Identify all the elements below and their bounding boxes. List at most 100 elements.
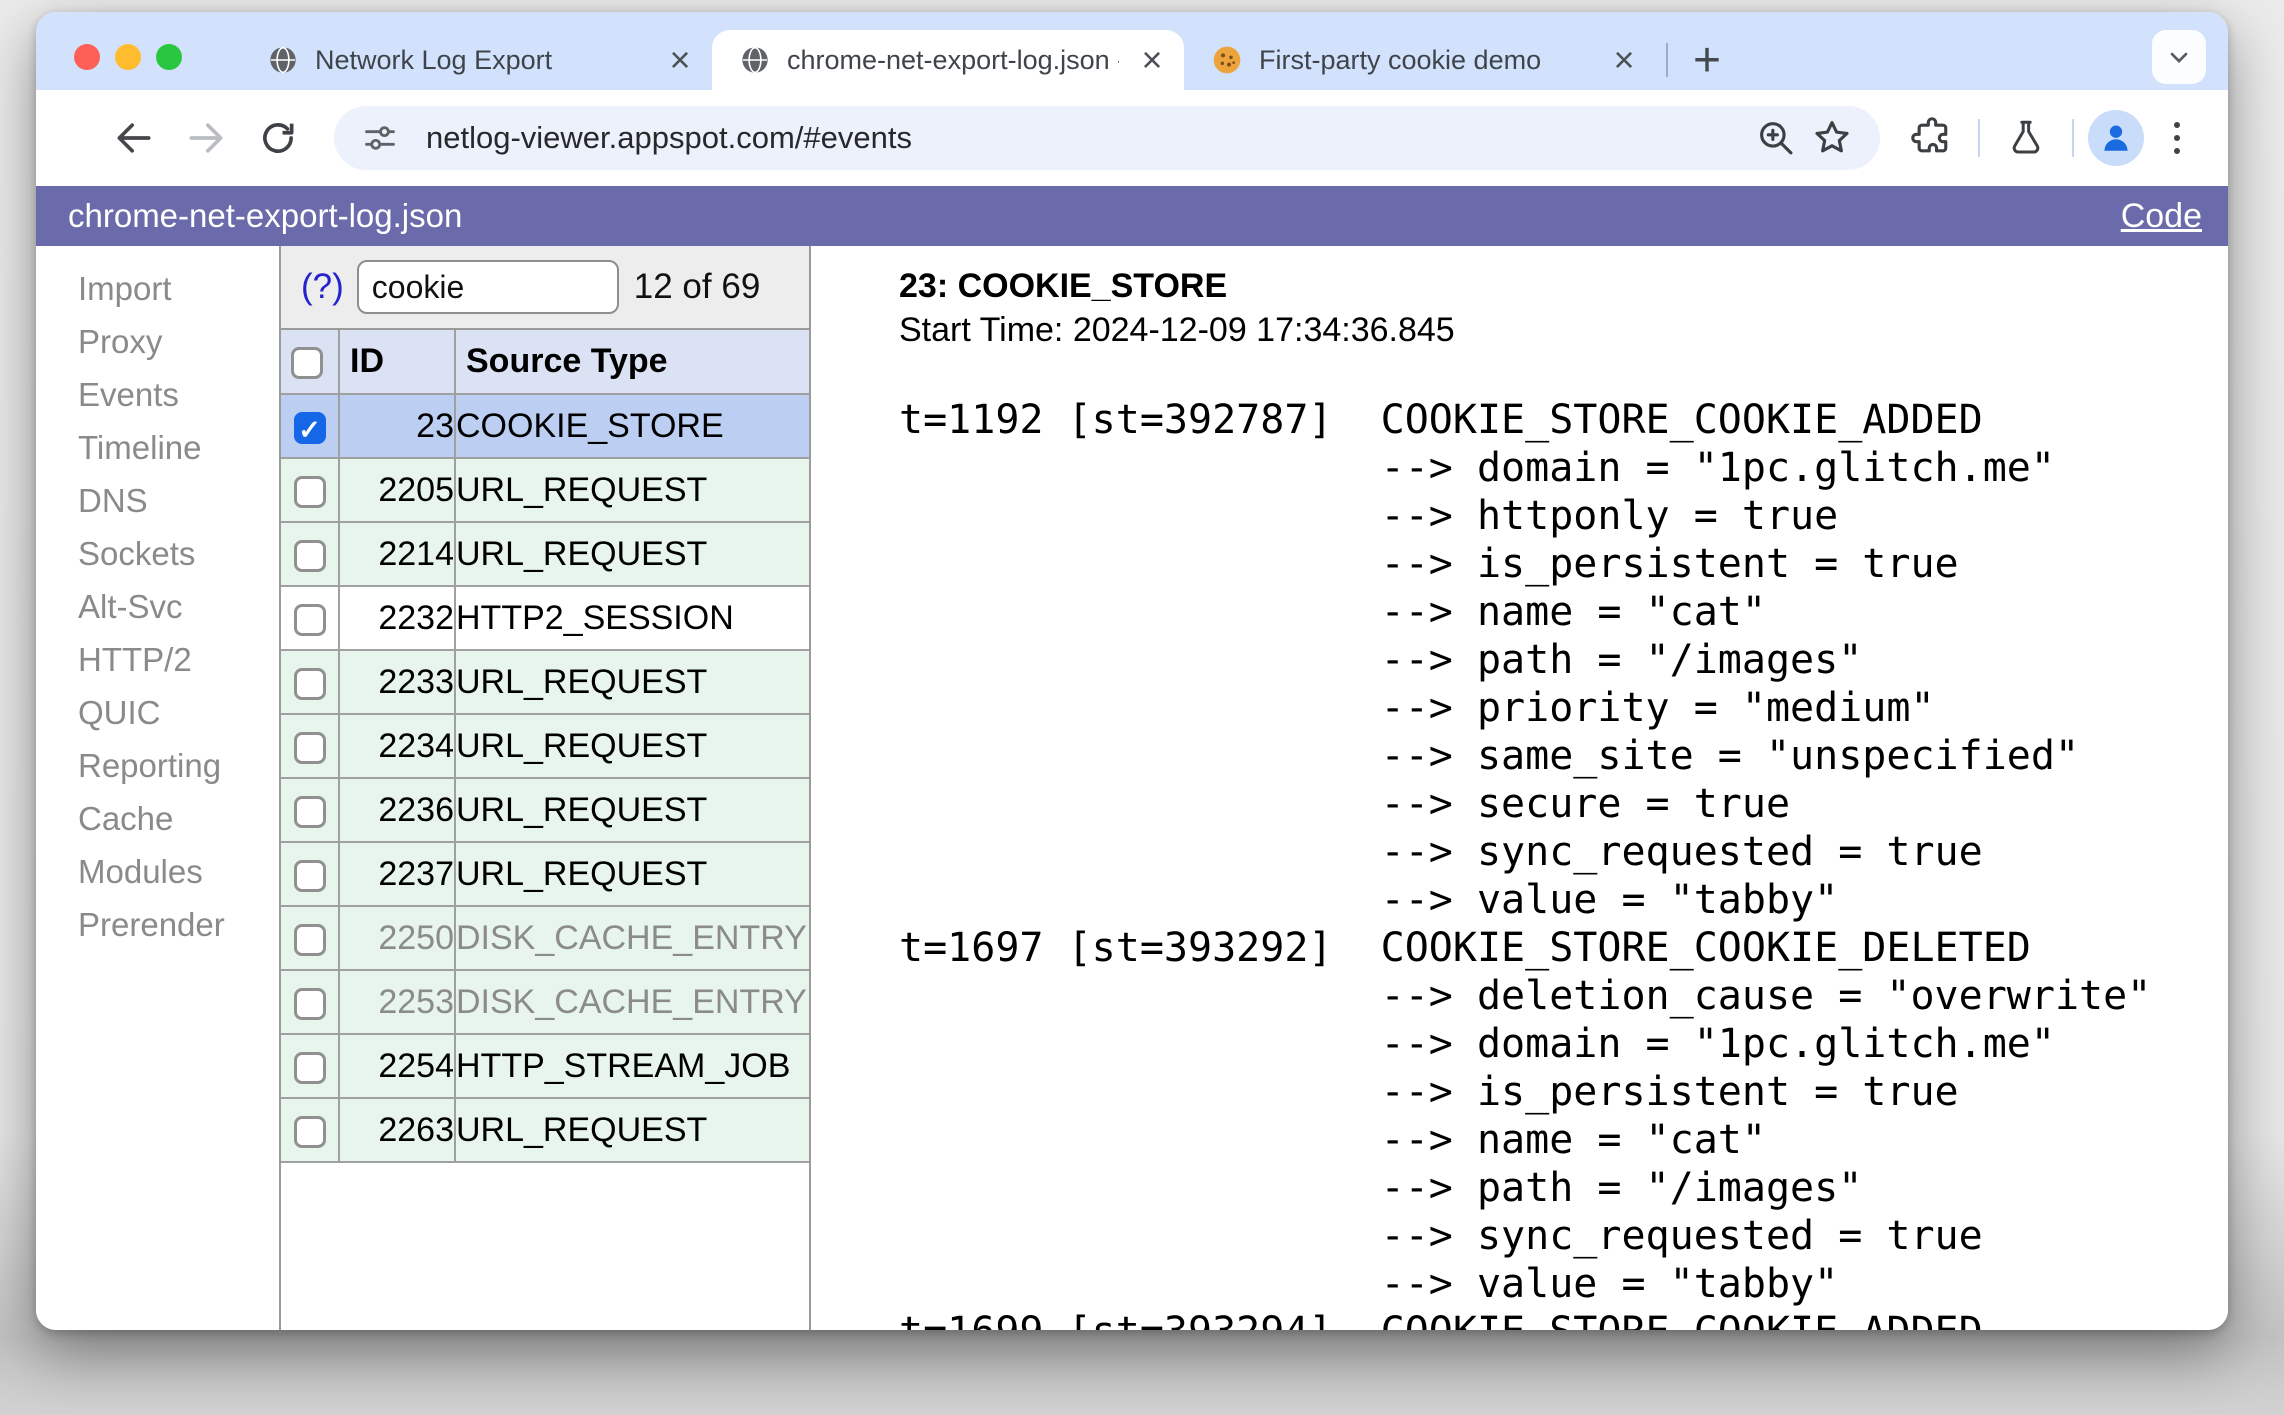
row-id: 2237 [338, 841, 456, 907]
reload-icon [263, 123, 294, 153]
row-id: 2214 [338, 521, 456, 587]
bookmark-button[interactable] [1804, 110, 1860, 166]
browser-tab[interactable]: chrome-net-export-log.json - × [712, 30, 1184, 90]
url-text[interactable]: netlog-viewer.appspot.com/#events [426, 120, 912, 156]
table-row[interactable]: 2233 URL_REQUEST [281, 649, 809, 715]
table-row[interactable]: 2232 HTTP2_SESSION [281, 585, 809, 651]
tab-list: Network Log Export × chrome-net-export-l… [240, 30, 1736, 90]
table-row[interactable]: 2205 URL_REQUEST [281, 457, 809, 523]
filter-input[interactable] [356, 260, 619, 314]
row-checkbox[interactable] [293, 603, 326, 636]
tab-close-icon[interactable]: × [1606, 42, 1642, 78]
sidebar-item-reporting[interactable]: Reporting [36, 739, 279, 792]
sidebar-item-modules[interactable]: Modules [36, 845, 279, 898]
table-header-row: ID Source Type [281, 330, 809, 395]
row-source-type: COOKIE_STORE [454, 393, 809, 459]
table-row[interactable]: 2250 DISK_CACHE_ENTRY [281, 905, 809, 971]
row-id: 2234 [338, 713, 456, 779]
reload-button[interactable] [246, 106, 310, 170]
toolbar-separator [1978, 119, 1980, 157]
filter-result-count: 12 of 69 [633, 267, 761, 306]
row-checkbox[interactable] [293, 923, 326, 956]
row-checkbox[interactable] [293, 1115, 326, 1148]
tab-search-button[interactable] [2152, 30, 2206, 84]
browser-tab[interactable]: Network Log Export × [240, 30, 712, 90]
tab-close-icon[interactable]: × [1134, 42, 1170, 78]
table-row[interactable]: 2253 DISK_CACHE_ENTRY [281, 969, 809, 1035]
table-row[interactable]: ✓ 23 COOKIE_STORE [281, 393, 809, 459]
tab-title: chrome-net-export-log.json - [787, 44, 1119, 75]
sidebar-item-timeline[interactable]: Timeline [36, 421, 279, 474]
back-arrow-icon [117, 123, 151, 153]
sidebar-item-quic[interactable]: QUIC [36, 686, 279, 739]
row-id: 2205 [338, 457, 456, 523]
toolbar-separator [2072, 119, 2074, 157]
row-checkbox[interactable] [293, 539, 326, 572]
row-id: 2254 [338, 1033, 456, 1099]
zoom-in-magnifier-icon [1760, 122, 1793, 155]
code-link[interactable]: Code [2121, 197, 2202, 236]
site-settings-button[interactable] [352, 110, 408, 166]
select-all-checkbox[interactable] [291, 347, 323, 380]
table-row[interactable]: 2236 URL_REQUEST [281, 777, 809, 843]
row-checkbox[interactable]: ✓ [293, 411, 326, 445]
zoom-button[interactable] [1748, 110, 1804, 166]
row-source-type: DISK_CACHE_ENTRY [454, 969, 809, 1035]
sidebar-item-prerender[interactable]: Prerender [36, 898, 279, 951]
app-content: Import Proxy Events Timeline DNS Sockets Alt-S… [36, 246, 2228, 1330]
column-header-id[interactable]: ID [338, 330, 456, 395]
row-checkbox[interactable] [293, 795, 326, 828]
row-id: 2263 [338, 1097, 456, 1163]
zoom-window-icon[interactable] [156, 44, 182, 70]
row-source-type: URL_REQUEST [454, 777, 809, 843]
table-row[interactable]: 2263 URL_REQUEST [281, 1097, 809, 1163]
omnibox[interactable]: netlog-viewer.appspot.com/#events [334, 106, 1880, 170]
sidebar-item-import[interactable]: Import [36, 262, 279, 315]
row-id: 2236 [338, 777, 456, 843]
event-detail-title: 23: COOKIE_STORE [899, 267, 1228, 305]
sidebar-item-events[interactable]: Events [36, 368, 279, 421]
events-table-empty-area [281, 1163, 809, 1330]
new-tab-button[interactable]: + [1678, 30, 1736, 90]
tab-close-icon[interactable]: × [662, 42, 698, 78]
table-row[interactable]: 2254 HTTP_STREAM_JOB [281, 1033, 809, 1099]
row-source-type: URL_REQUEST [454, 521, 809, 587]
extensions-button[interactable] [1900, 106, 1964, 170]
sidebar-item-cache[interactable]: Cache [36, 792, 279, 845]
row-checkbox[interactable] [293, 987, 326, 1020]
profile-avatar[interactable] [2088, 110, 2144, 166]
toolbar-actions [1900, 106, 2204, 170]
sidebar-item-http-2[interactable]: HTTP/2 [36, 633, 279, 686]
labs-button[interactable] [1994, 106, 2058, 170]
cookie-favicon [1210, 43, 1244, 77]
row-checkbox[interactable] [293, 475, 326, 508]
event-start-time: Start Time: 2024-12-09 17:34:36.845 [899, 311, 1455, 349]
filter-help-link[interactable]: (?) [301, 267, 344, 307]
row-source-type: HTTP2_SESSION [454, 585, 809, 651]
tab-title: Network Log Export [315, 44, 553, 75]
table-row[interactable]: 2237 URL_REQUEST [281, 841, 809, 907]
back-button[interactable] [102, 106, 166, 170]
table-row[interactable]: 2214 URL_REQUEST [281, 521, 809, 587]
extensions-puzzle-icon [1911, 117, 1948, 153]
column-header-source-type[interactable]: Source Type [454, 330, 809, 395]
sidebar-item-sockets[interactable]: Sockets [36, 527, 279, 580]
close-window-icon[interactable] [74, 44, 100, 70]
sidebar-item-proxy[interactable]: Proxy [36, 315, 279, 368]
row-checkbox[interactable] [293, 1051, 326, 1084]
table-row[interactable]: 2234 URL_REQUEST [281, 713, 809, 779]
browser-tab[interactable]: First-party cookie demo × [1184, 30, 1656, 90]
star-icon [1815, 121, 1849, 153]
events-table: ID Source Type ✓ 23 COOKIE_STORE 2205 UR… [281, 330, 809, 1163]
sidebar-item-dns[interactable]: DNS [36, 474, 279, 527]
sidebar-item-alt-svc[interactable]: Alt-Svc [36, 580, 279, 633]
minimize-window-icon[interactable] [115, 44, 141, 70]
row-checkbox[interactable] [293, 859, 326, 892]
row-checkbox[interactable] [293, 667, 326, 700]
browser-menu-button[interactable] [2166, 114, 2188, 162]
forward-arrow-icon [189, 123, 223, 153]
forward-button[interactable] [174, 106, 238, 170]
row-id: 23 [338, 393, 456, 459]
row-checkbox[interactable] [293, 731, 326, 764]
tab-title: First-party cookie demo [1259, 44, 1542, 75]
